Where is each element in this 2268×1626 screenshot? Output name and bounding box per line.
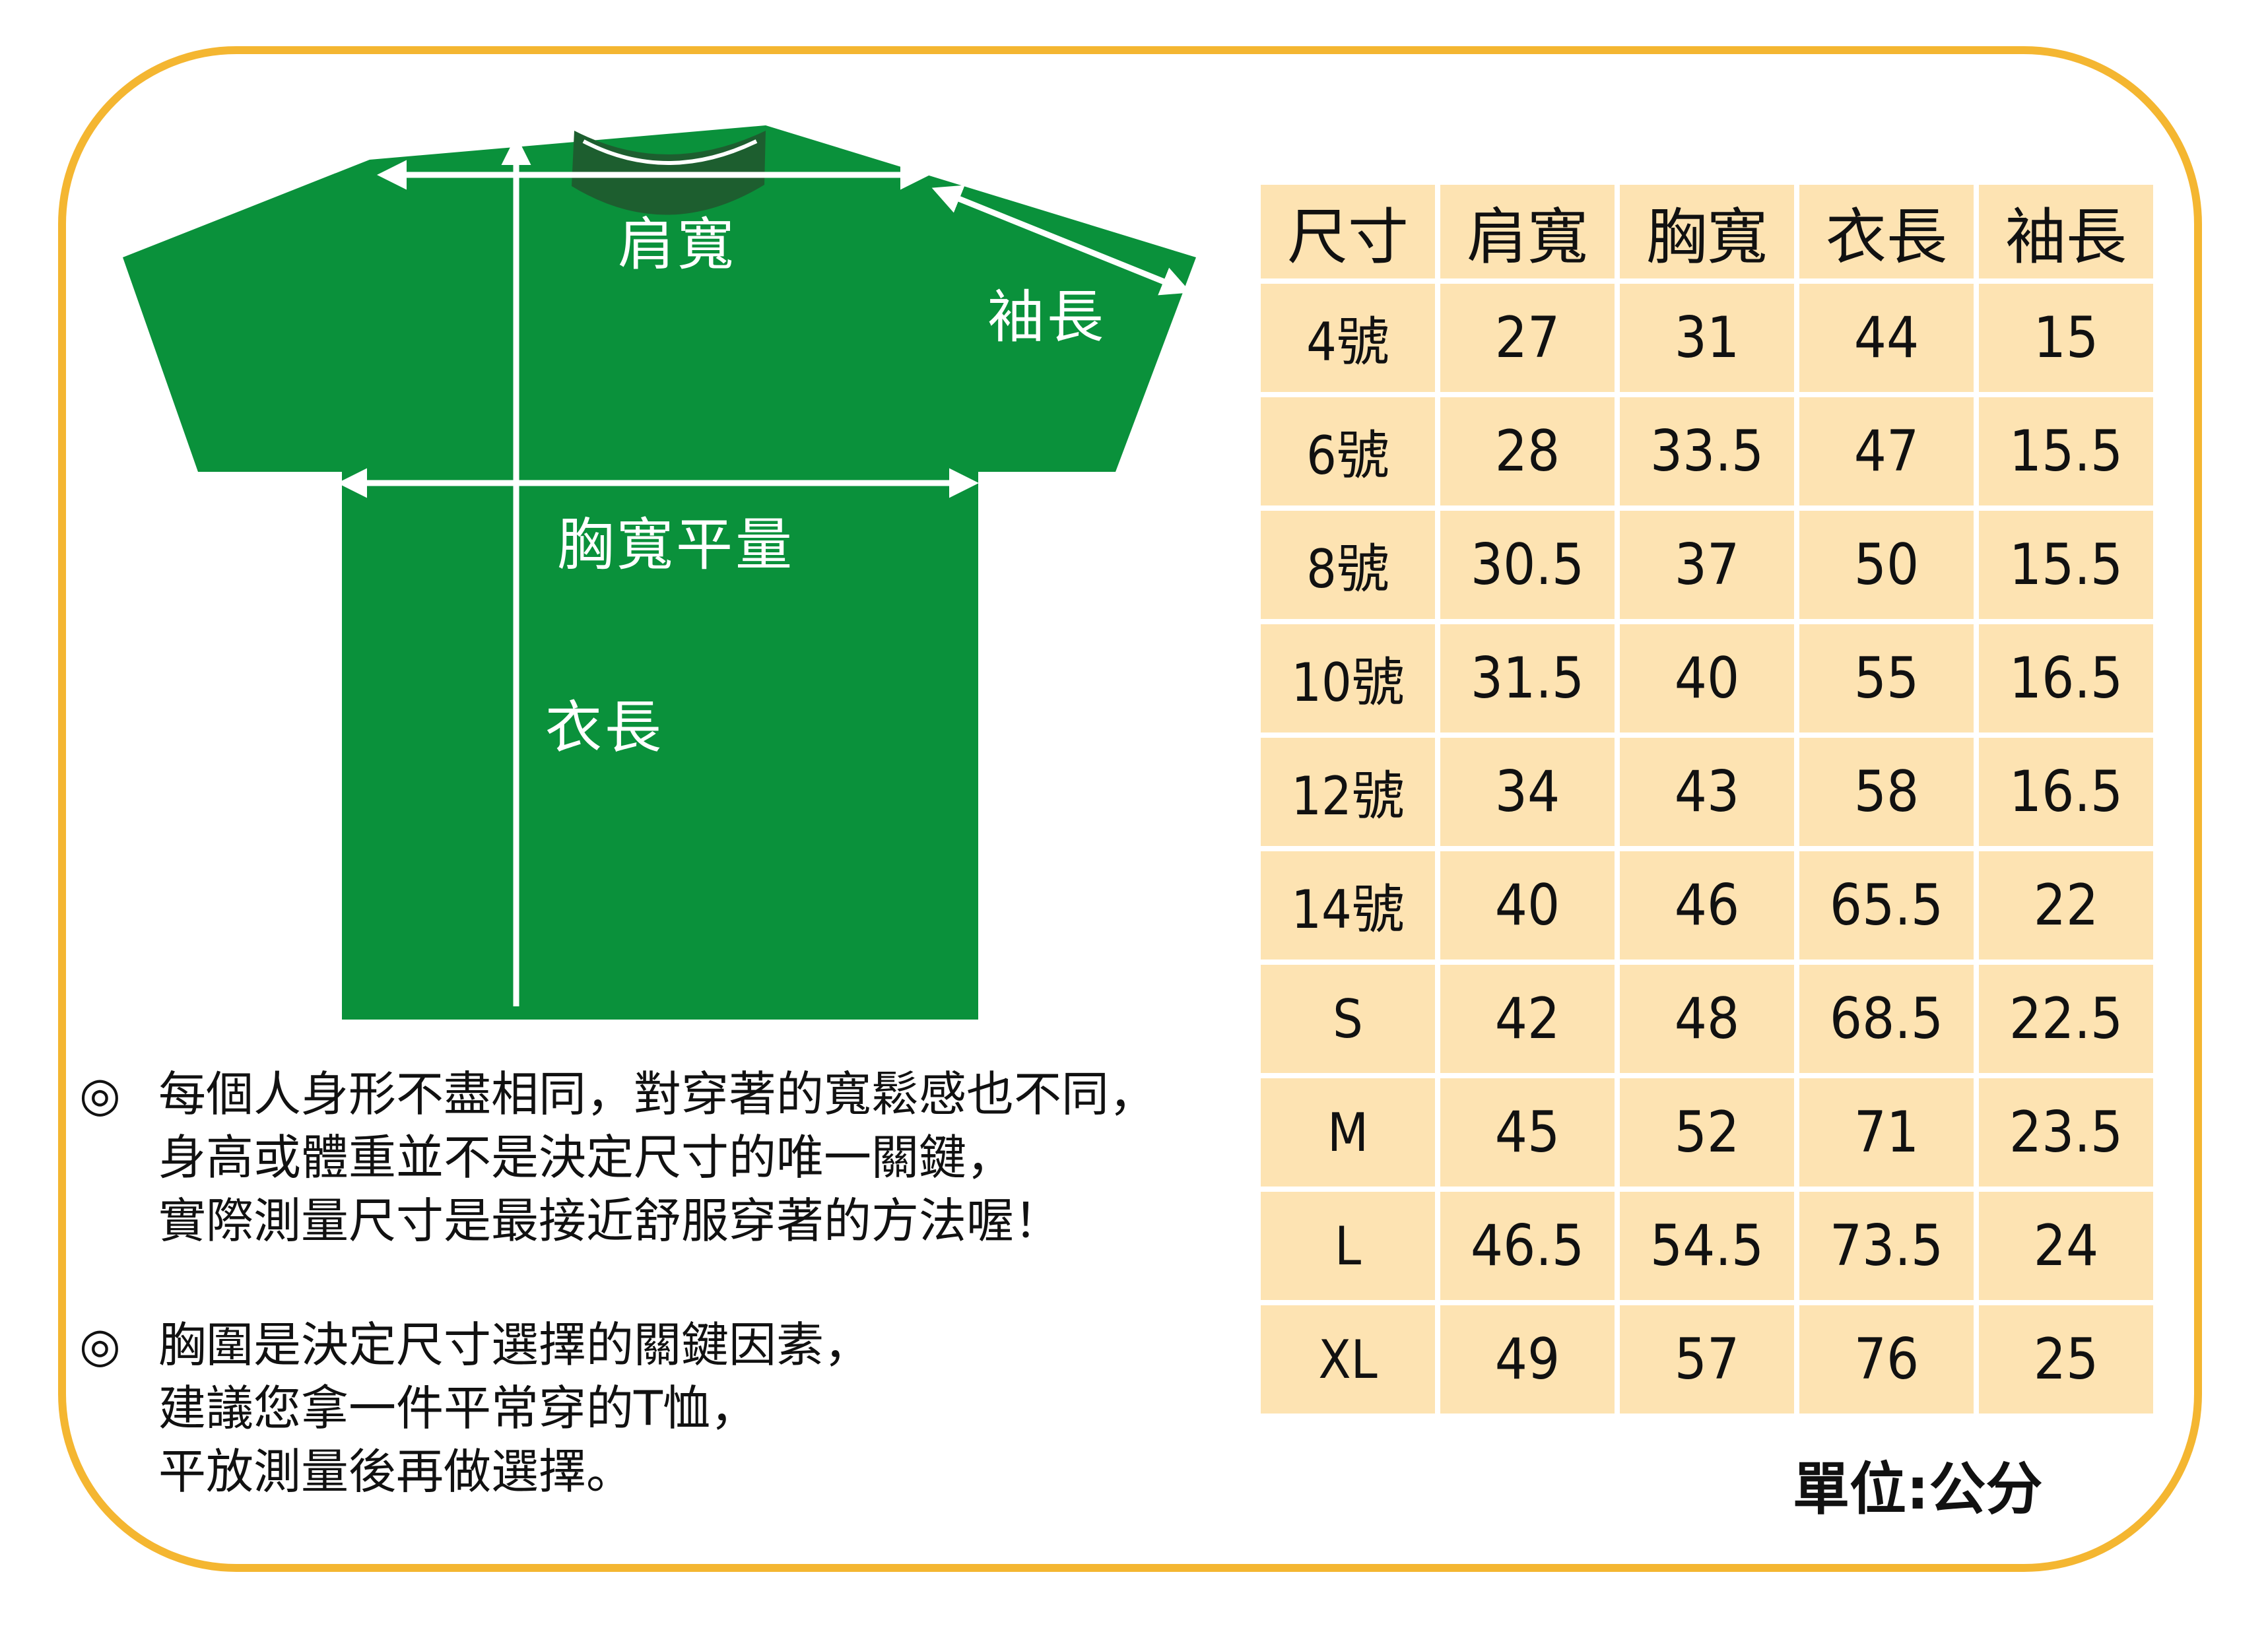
- shoulder-cell: 45: [1440, 1078, 1615, 1187]
- size-cell: M: [1261, 1078, 1435, 1187]
- length-cell: 58: [1799, 738, 1974, 846]
- chest-cell: 37: [1620, 511, 1794, 619]
- shoulder-cell: 27: [1440, 284, 1615, 392]
- size-cell: 10號: [1261, 624, 1435, 732]
- chest-cell: 46: [1620, 851, 1794, 959]
- sleeve-cell: 24: [1979, 1192, 2153, 1300]
- length-cell: 65.5: [1799, 851, 1974, 959]
- sleeve-cell: 16.5: [1979, 738, 2153, 846]
- table-row: 12號 34 43 58 16.5: [1261, 738, 2153, 846]
- unit-label: 單位:公分: [1793, 1456, 2043, 1522]
- sleeve-cell: 23.5: [1979, 1078, 2153, 1187]
- sleeve-cell: 15.5: [1979, 511, 2153, 619]
- length-cell: 68.5: [1799, 965, 1974, 1073]
- length-cell: 44: [1799, 284, 1974, 392]
- chest-cell: 57: [1620, 1305, 1794, 1414]
- chest-cell: 48: [1620, 965, 1794, 1073]
- note-line: 平放測量後再做選擇。: [158, 1444, 634, 1499]
- length-cell: 73.5: [1799, 1192, 1974, 1300]
- shoulder-cell: 31.5: [1440, 624, 1615, 732]
- size-cell: 4號: [1261, 284, 1435, 392]
- shoulder-cell: 42: [1440, 965, 1615, 1073]
- note-line: 實際測量尺寸是最接近舒服穿著的方法喔！: [158, 1193, 1062, 1249]
- sleeve-cell: 16.5: [1979, 624, 2153, 732]
- chest-label: 胸寬平量: [557, 512, 795, 578]
- size-cell: 12號: [1261, 738, 1435, 846]
- size-chart-table: 尺寸 肩寬 胸寬 衣長 袖長 4號 27 31 44 15 6號 28 33.5…: [1255, 179, 2158, 1419]
- table-row: 8號 30.5 37 50 15.5: [1261, 511, 2153, 619]
- header-length: 衣長: [1799, 185, 1974, 278]
- length-cell: 76: [1799, 1305, 1974, 1414]
- table-row: 4號 27 31 44 15: [1261, 284, 2153, 392]
- note-line: 每個人身形不盡相同，對穿著的寬鬆感也不同，: [158, 1066, 1157, 1122]
- chest-cell: 31: [1620, 284, 1794, 392]
- size-cell: 6號: [1261, 397, 1435, 505]
- length-label: 衣長: [545, 695, 664, 761]
- length-cell: 71: [1799, 1078, 1974, 1187]
- note-line: 建議您拿一件平常穿的T恤，: [158, 1381, 758, 1436]
- sleeve-label: 袖長: [987, 284, 1106, 350]
- chest-cell: 52: [1620, 1078, 1794, 1187]
- sleeve-cell: 15: [1979, 284, 2153, 392]
- length-cell: 55: [1799, 624, 1974, 732]
- chest-cell: 33.5: [1620, 397, 1794, 505]
- note-line: 胸圍是決定尺寸選擇的關鍵因素，: [158, 1317, 872, 1373]
- chest-cell: 54.5: [1620, 1192, 1794, 1300]
- header-sleeve: 袖長: [1979, 185, 2153, 278]
- sleeve-cell: 22: [1979, 851, 2153, 959]
- table-header-row: 尺寸 肩寬 胸寬 衣長 袖長: [1261, 185, 2153, 278]
- shoulder-cell: 28: [1440, 397, 1615, 505]
- size-cell: L: [1261, 1192, 1435, 1300]
- sleeve-cell: 22.5: [1979, 965, 2153, 1073]
- chest-note: ◎ 胸圍是決定尺寸選擇的關鍵因素， 建議您拿一件平常穿的T恤， 平放測量後再做選擇…: [79, 1313, 871, 1503]
- table-row: M 45 52 71 23.5: [1261, 1078, 2153, 1187]
- size-cell: S: [1261, 965, 1435, 1073]
- sleeve-cell: 25: [1979, 1305, 2153, 1414]
- shoulder-cell: 40: [1440, 851, 1615, 959]
- table-row: 10號 31.5 40 55 16.5: [1261, 624, 2153, 732]
- shoulder-cell: 34: [1440, 738, 1615, 846]
- bullet-icon: ◎: [79, 1066, 121, 1122]
- header-size: 尺寸: [1261, 185, 1435, 278]
- shoulder-label: 肩寬: [618, 212, 737, 278]
- fit-note: ◎ 每個人身形不盡相同，對穿著的寬鬆感也不同， 身高或體重並不是決定尺寸的唯一關鍵…: [79, 1062, 1156, 1252]
- bullet-icon: ◎: [79, 1317, 121, 1373]
- length-cell: 47: [1799, 397, 1974, 505]
- table-row: S 42 48 68.5 22.5: [1261, 965, 2153, 1073]
- table-row: 14號 40 46 65.5 22: [1261, 851, 2153, 959]
- chest-cell: 40: [1620, 624, 1794, 732]
- table-row: L 46.5 54.5 73.5 24: [1261, 1192, 2153, 1300]
- sleeve-cell: 15.5: [1979, 397, 2153, 505]
- chest-cell: 43: [1620, 738, 1794, 846]
- size-cell: 14號: [1261, 851, 1435, 959]
- header-chest: 胸寬: [1620, 185, 1794, 278]
- size-cell: 8號: [1261, 511, 1435, 619]
- table-row: XL 49 57 76 25: [1261, 1305, 2153, 1414]
- length-cell: 50: [1799, 511, 1974, 619]
- shoulder-cell: 30.5: [1440, 511, 1615, 619]
- header-shoulder: 肩寬: [1440, 185, 1615, 278]
- shoulder-cell: 49: [1440, 1305, 1615, 1414]
- table-row: 6號 28 33.5 47 15.5: [1261, 397, 2153, 505]
- note-line: 身高或體重並不是決定尺寸的唯一關鍵，: [158, 1130, 1015, 1185]
- shoulder-cell: 46.5: [1440, 1192, 1615, 1300]
- size-cell: XL: [1261, 1305, 1435, 1414]
